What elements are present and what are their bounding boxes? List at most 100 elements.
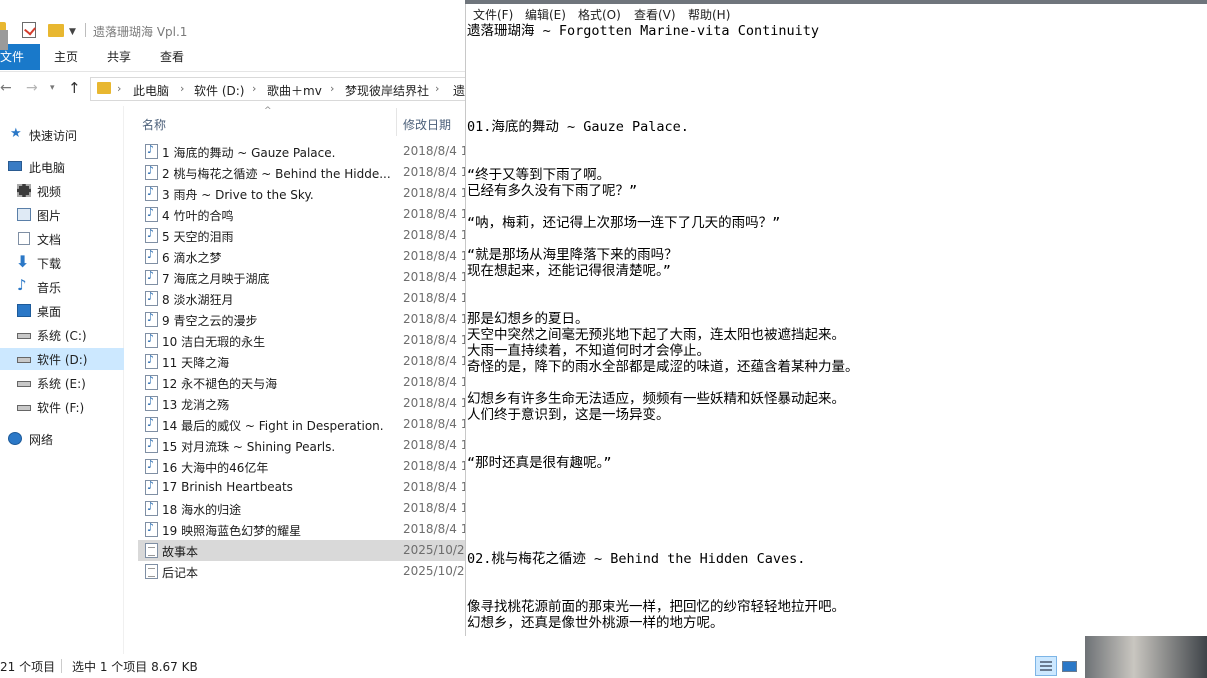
file-row[interactable]: 13 龙消之殇 2018/8/4 1 [138, 393, 468, 414]
notepad-text-area[interactable]: 遗落珊瑚海 ~ Forgotten Marine-vita Continuity… [467, 23, 1207, 636]
customize-quick-access-icon[interactable]: ▼ [69, 27, 76, 37]
file-row[interactable]: 3 雨舟 ~ Drive to the Sky. 2018/8/4 1 [138, 183, 468, 204]
breadcrumb-current[interactable]: 遗 [453, 82, 465, 99]
text-line: 那是幻想乡的夏日。 [467, 311, 589, 327]
menu-file[interactable]: 文件(F) [473, 6, 513, 23]
file-name: 后记本 [162, 566, 199, 580]
tab-share[interactable]: 共享 [107, 44, 131, 70]
documents-icon [18, 232, 30, 245]
recent-locations-chevron-icon[interactable]: ▾ [50, 83, 55, 93]
file-name: 15 对月流珠 ~ Shining Pearls. [162, 440, 336, 454]
file-name: 9 青空之云的漫步 [162, 314, 258, 328]
column-header-date[interactable]: 修改日期 [403, 116, 451, 133]
nav-quick-access[interactable]: ★ 快速访问 [0, 124, 124, 146]
file-row[interactable]: 6 滴水之梦 2018/8/4 1 [138, 246, 468, 267]
file-date: 2018/8/4 1 [403, 270, 469, 284]
pictures-icon [17, 208, 31, 221]
file-row[interactable]: 15 对月流珠 ~ Shining Pearls. 2018/8/4 1 [138, 435, 468, 456]
large-icons-view-icon[interactable] [1060, 657, 1078, 675]
audio-file-icon [145, 227, 158, 243]
drive-icon [17, 405, 31, 411]
file-row[interactable]: 11 天降之海 2018/8/4 1 [138, 351, 468, 372]
column-header-name[interactable]: 名称 [142, 116, 166, 133]
file-row[interactable]: 8 淡水湖狂月 2018/8/4 1 [138, 288, 468, 309]
tab-home[interactable]: 主页 [54, 44, 78, 70]
file-date: 2018/8/4 1 [403, 354, 469, 368]
text-line: 幻想乡，还真是像世外桃源一样的地方呢。 [467, 615, 724, 631]
file-row[interactable]: 7 海底之月映于湖底 2018/8/4 1 [138, 267, 468, 288]
up-arrow-icon[interactable]: ↑ [68, 79, 81, 97]
nav-this-pc[interactable]: 此电脑 [0, 156, 124, 178]
file-date: 2018/8/4 1 [403, 375, 469, 389]
breadcrumb-separator-icon[interactable]: › [252, 82, 256, 95]
text-line: 02.桃与梅花之循迹 ~ Behind the Hidden Caves. [467, 551, 806, 567]
audio-file-icon [145, 416, 158, 432]
menu-help[interactable]: 帮助(H) [688, 6, 730, 23]
file-row[interactable]: 2 桃与梅花之循迹 ~ Behind the Hidde... 2018/8/4 … [138, 162, 468, 183]
file-date: 2018/8/4 1 [403, 501, 469, 515]
properties-icon[interactable] [22, 22, 36, 38]
text-line: 已经有多久没有下雨了呢？” [467, 183, 638, 199]
file-row[interactable]: 5 天空的泪雨 2018/8/4 1 [138, 225, 468, 246]
menu-view[interactable]: 查看(V) [634, 6, 676, 23]
file-row[interactable]: 19 映照海蓝色幻梦的耀星 2018/8/4 1 [138, 519, 468, 540]
column-divider[interactable] [396, 108, 397, 136]
audio-file-icon [145, 458, 158, 474]
status-divider [61, 659, 62, 673]
file-row[interactable]: 故事本 2025/10/24 [138, 540, 472, 561]
file-name: 16 大海中的46亿年 [162, 461, 269, 475]
nav-network[interactable]: 网络 [0, 428, 124, 450]
breadcrumb-separator-icon[interactable]: › [330, 82, 334, 95]
breadcrumb-songs[interactable]: 歌曲＋mv [267, 82, 322, 99]
file-row[interactable]: 1 海底的舞动 ~ Gauze Palace. 2018/8/4 1 [138, 141, 468, 162]
selection-info: 选中 1 个项目 8.67 KB [72, 660, 198, 674]
file-row[interactable]: 10 洁白无瑕的永生 2018/8/4 1 [138, 330, 468, 351]
address-bar[interactable]: › 此电脑 › 软件 (D:) › 歌曲＋mv › 梦现彼岸结界社 › 遗 [90, 77, 470, 101]
nav-drive-e[interactable]: 系统 (E:) [0, 372, 124, 394]
file-row[interactable]: 4 竹叶的合鸣 2018/8/4 1 [138, 204, 468, 225]
text-line: 现在想起来，还能记得很清楚呢。” [467, 263, 671, 279]
nav-drive-c[interactable]: 系统 (C:) [0, 324, 124, 346]
breadcrumb-drive-d[interactable]: 软件 (D:) [194, 82, 244, 99]
nav-pictures[interactable]: 图片 [0, 204, 124, 226]
download-icon: ⬇ [16, 252, 30, 271]
file-row[interactable]: 16 大海中的46亿年 2018/8/4 1 [138, 456, 468, 477]
file-row[interactable]: 18 海水的归途 2018/8/4 1 [138, 498, 468, 519]
file-date: 2018/8/4 1 [403, 186, 469, 200]
new-folder-icon[interactable] [48, 24, 64, 37]
nav-drive-d[interactable]: 软件 (D:) [0, 348, 124, 370]
breadcrumb-separator-icon[interactable]: › [180, 82, 184, 95]
forward-arrow-icon[interactable]: → [26, 80, 38, 96]
nav-desktop[interactable]: 桌面 [0, 300, 124, 322]
details-view-icon[interactable] [1035, 656, 1057, 676]
file-row[interactable]: 9 青空之云的漫步 2018/8/4 1 [138, 309, 468, 330]
breadcrumb-circle[interactable]: 梦现彼岸结界社 [345, 82, 429, 99]
breadcrumb-separator-icon[interactable]: › [117, 82, 121, 95]
nav-drive-f[interactable]: 软件 (F:) [0, 396, 124, 418]
breadcrumb-separator-icon[interactable]: › [435, 82, 439, 95]
desktop-icon [17, 304, 31, 317]
nav-downloads[interactable]: ⬇ 下载 [0, 252, 124, 274]
tab-view[interactable]: 查看 [160, 44, 184, 70]
menu-format[interactable]: 格式(O) [578, 6, 621, 23]
nav-music[interactable]: ♪ 音乐 [0, 276, 124, 298]
nav-videos[interactable]: 视频 [0, 180, 124, 202]
drive-icon [17, 381, 31, 387]
audio-file-icon [145, 143, 158, 159]
audio-file-icon [145, 206, 158, 222]
text-file-icon [145, 543, 158, 558]
file-row[interactable]: 后记本 2025/10/24 [138, 561, 472, 582]
breadcrumb-this-pc[interactable]: 此电脑 [133, 82, 169, 99]
file-row[interactable]: 17 Brinish Heartbeats 2018/8/4 1 [138, 477, 468, 498]
file-name: 8 淡水湖狂月 [162, 293, 234, 307]
folder-icon [97, 82, 111, 94]
back-arrow-icon[interactable]: ← [0, 80, 12, 96]
file-name: 10 洁白无瑕的永生 [162, 335, 266, 349]
desktop-wallpaper-fragment [1085, 634, 1207, 678]
file-date: 2018/8/4 1 [403, 291, 469, 305]
menu-edit[interactable]: 编辑(E) [525, 6, 566, 23]
file-row[interactable]: 12 永不褪色的天与海 2018/8/4 1 [138, 372, 468, 393]
file-date: 2018/8/4 1 [403, 480, 469, 494]
nav-documents[interactable]: 文档 [0, 228, 124, 250]
file-row[interactable]: 14 最后的威仪 ~ Fight in Desperation. 2018/8/4… [138, 414, 468, 435]
